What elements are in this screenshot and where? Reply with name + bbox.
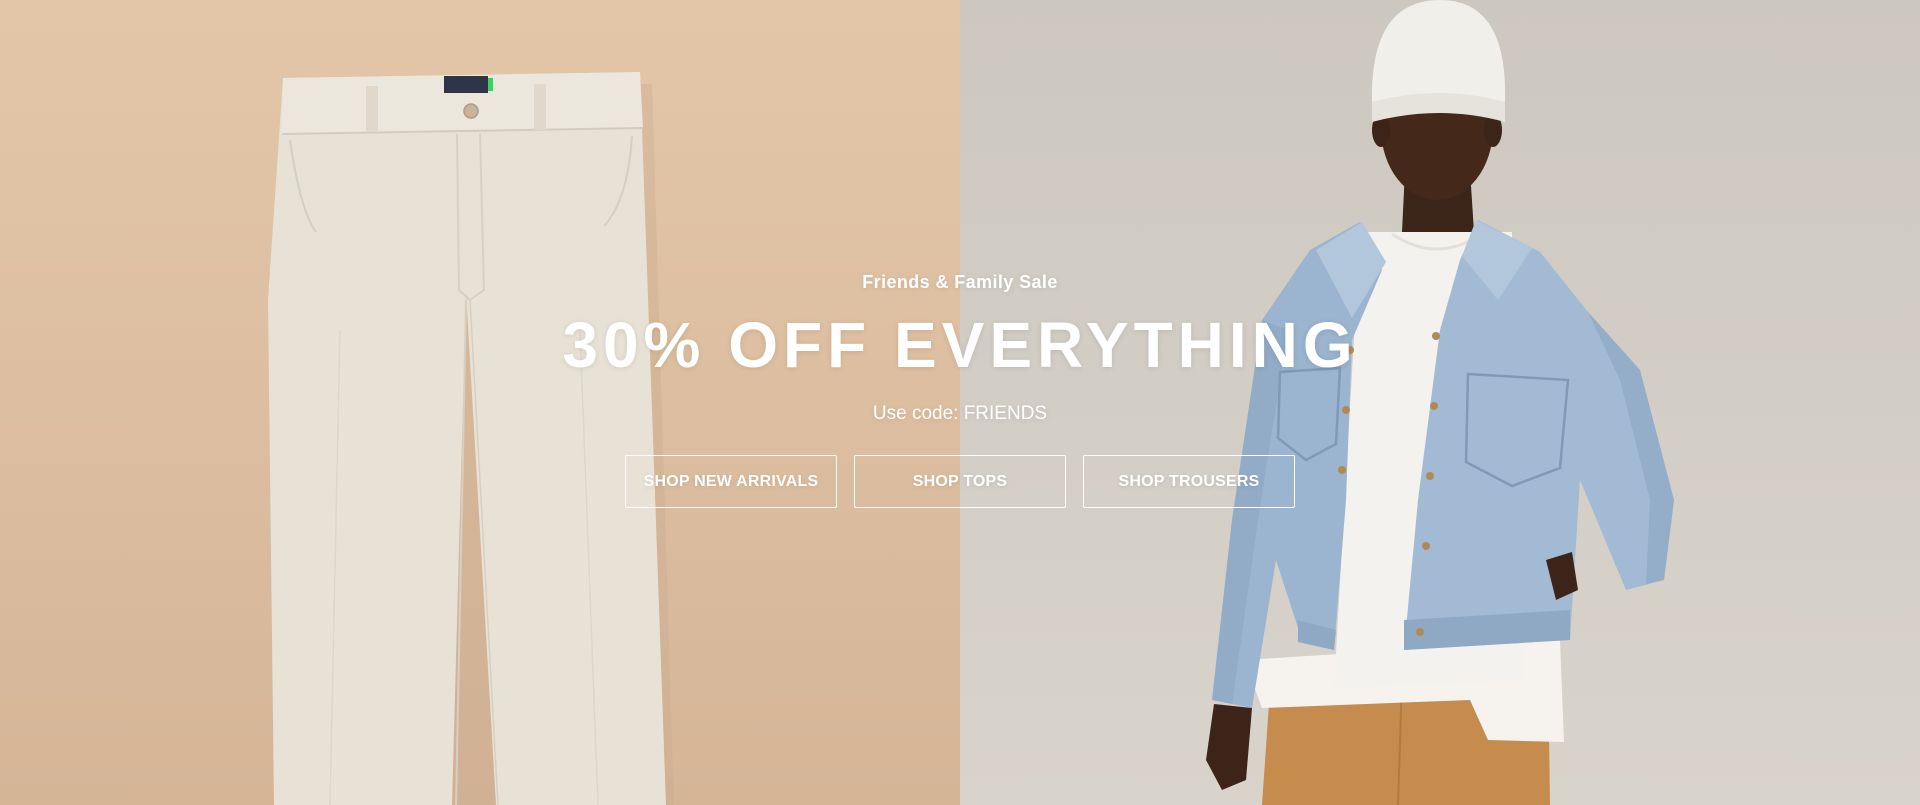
cta-button-row: SHOP NEW ARRIVALS SHOP TOPS SHOP TROUSER… [625,455,1295,508]
promo-code-text: Use code: FRIENDS [872,403,1048,424]
hero-banner: Friends & Family Sale 30% OFF EVERYTHING… [0,0,1920,805]
sale-eyebrow: Friends & Family Sale [862,272,1058,292]
shop-trousers-button[interactable]: SHOP TROUSERS [1083,455,1295,508]
shop-new-arrivals-button[interactable]: SHOP NEW ARRIVALS [625,455,837,508]
hero-content: Friends & Family Sale 30% OFF EVERYTHING… [0,0,1920,805]
shop-tops-button[interactable]: SHOP TOPS [854,455,1066,508]
hero-headline: 30% OFF EVERYTHING [562,309,1358,381]
